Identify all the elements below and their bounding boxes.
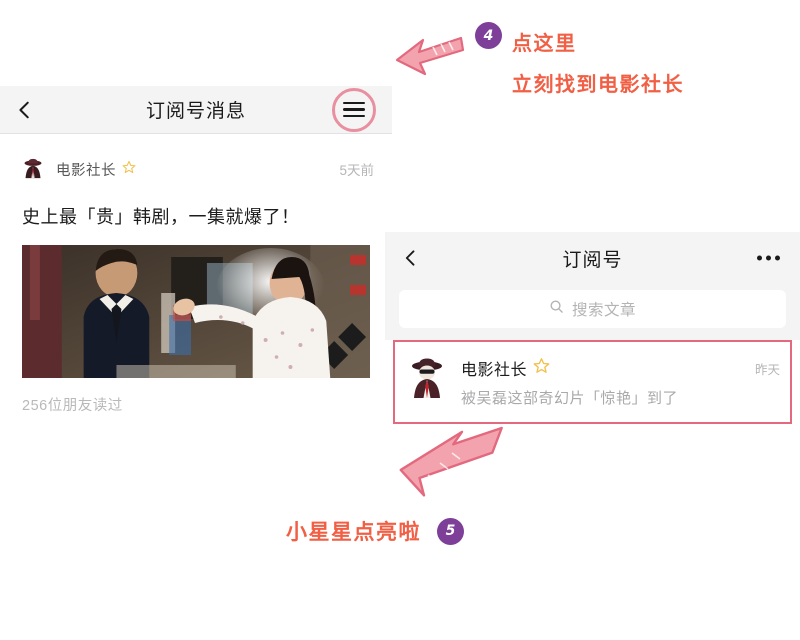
hamburger-menu-button[interactable] [332,87,376,132]
feed-article-card[interactable]: 电影社长 5天前 史上最「贵」韩剧，一集就爆了！ 256位朋友读过 [0,142,392,431]
list-item[interactable]: 电影社长 昨天 被吴磊这部奇幻片「惊艳」到了 [393,340,792,424]
annotation-bottom-text: 小星星点亮啦 [286,520,421,544]
feed-account-name: 电影社长 [56,162,116,179]
search-icon [549,299,564,319]
article-title[interactable]: 史上最「贵」韩剧，一集就爆了！ [0,188,392,245]
read-count-label: 256位朋友读过 [22,398,123,414]
list-item-body: 电影社长 昨天 被吴磊这部奇幻片「惊艳」到了 [461,354,780,408]
star-outline-icon[interactable] [533,357,550,379]
hamburger-menu-icon [343,98,365,122]
avatar[interactable] [405,354,449,398]
pink-arrow-up-right-icon [398,415,513,505]
list-item-timestamp: 昨天 [754,362,780,377]
chevron-left-icon[interactable] [14,99,36,121]
search-bar-container: 搜索文章 [385,284,800,340]
subscription-messages-screen: 订阅号消息 电影社长 5天前 史上最「贵」韩剧，一集就爆了！ 256位朋友读过 [0,86,392,466]
chevron-left-icon[interactable] [401,248,421,268]
right-panel-header: 订阅号 [385,232,800,284]
feed-account-row: 电影社长 5天前 [0,142,392,188]
page-title: 订阅号消息 [145,101,246,122]
annotation-step-4: 4 点这里 立刻找到电影社长 [393,22,684,97]
header-divider [0,134,392,142]
list-item-header: 电影社长 昨天 [461,356,780,380]
step-badge: 5 [437,517,464,545]
search-input[interactable]: 搜索文章 [399,290,786,328]
subscription-accounts-screen: 订阅号 搜索文章 电影社长 昨天 被吴磊这部奇幻片「惊艳」到了 [385,232,800,440]
annotation-line-1: 点这里 [512,31,577,55]
annotation-line-2: 立刻找到电影社长 [512,72,684,96]
step-badge: 4 [475,22,502,49]
list-item-subtitle: 被吴磊这部奇幻片「惊艳」到了 [461,390,679,407]
article-cover-image[interactable] [22,245,370,378]
avatar[interactable] [20,156,46,182]
more-dots-icon[interactable] [757,255,780,261]
star-outline-icon[interactable] [122,160,136,179]
left-panel-header: 订阅号消息 [0,86,392,134]
pink-arrow-left-icon [393,30,465,82]
page-title: 订阅号 [562,249,623,271]
search-placeholder: 搜索文章 [571,302,636,319]
list-item-name: 电影社长 [461,362,528,379]
annotation-step-5: 小星星点亮啦 5 [286,516,464,546]
annotation-top-text: 点这里 立刻找到电影社长 [512,27,684,97]
feed-timestamp: 5天前 [339,163,374,178]
